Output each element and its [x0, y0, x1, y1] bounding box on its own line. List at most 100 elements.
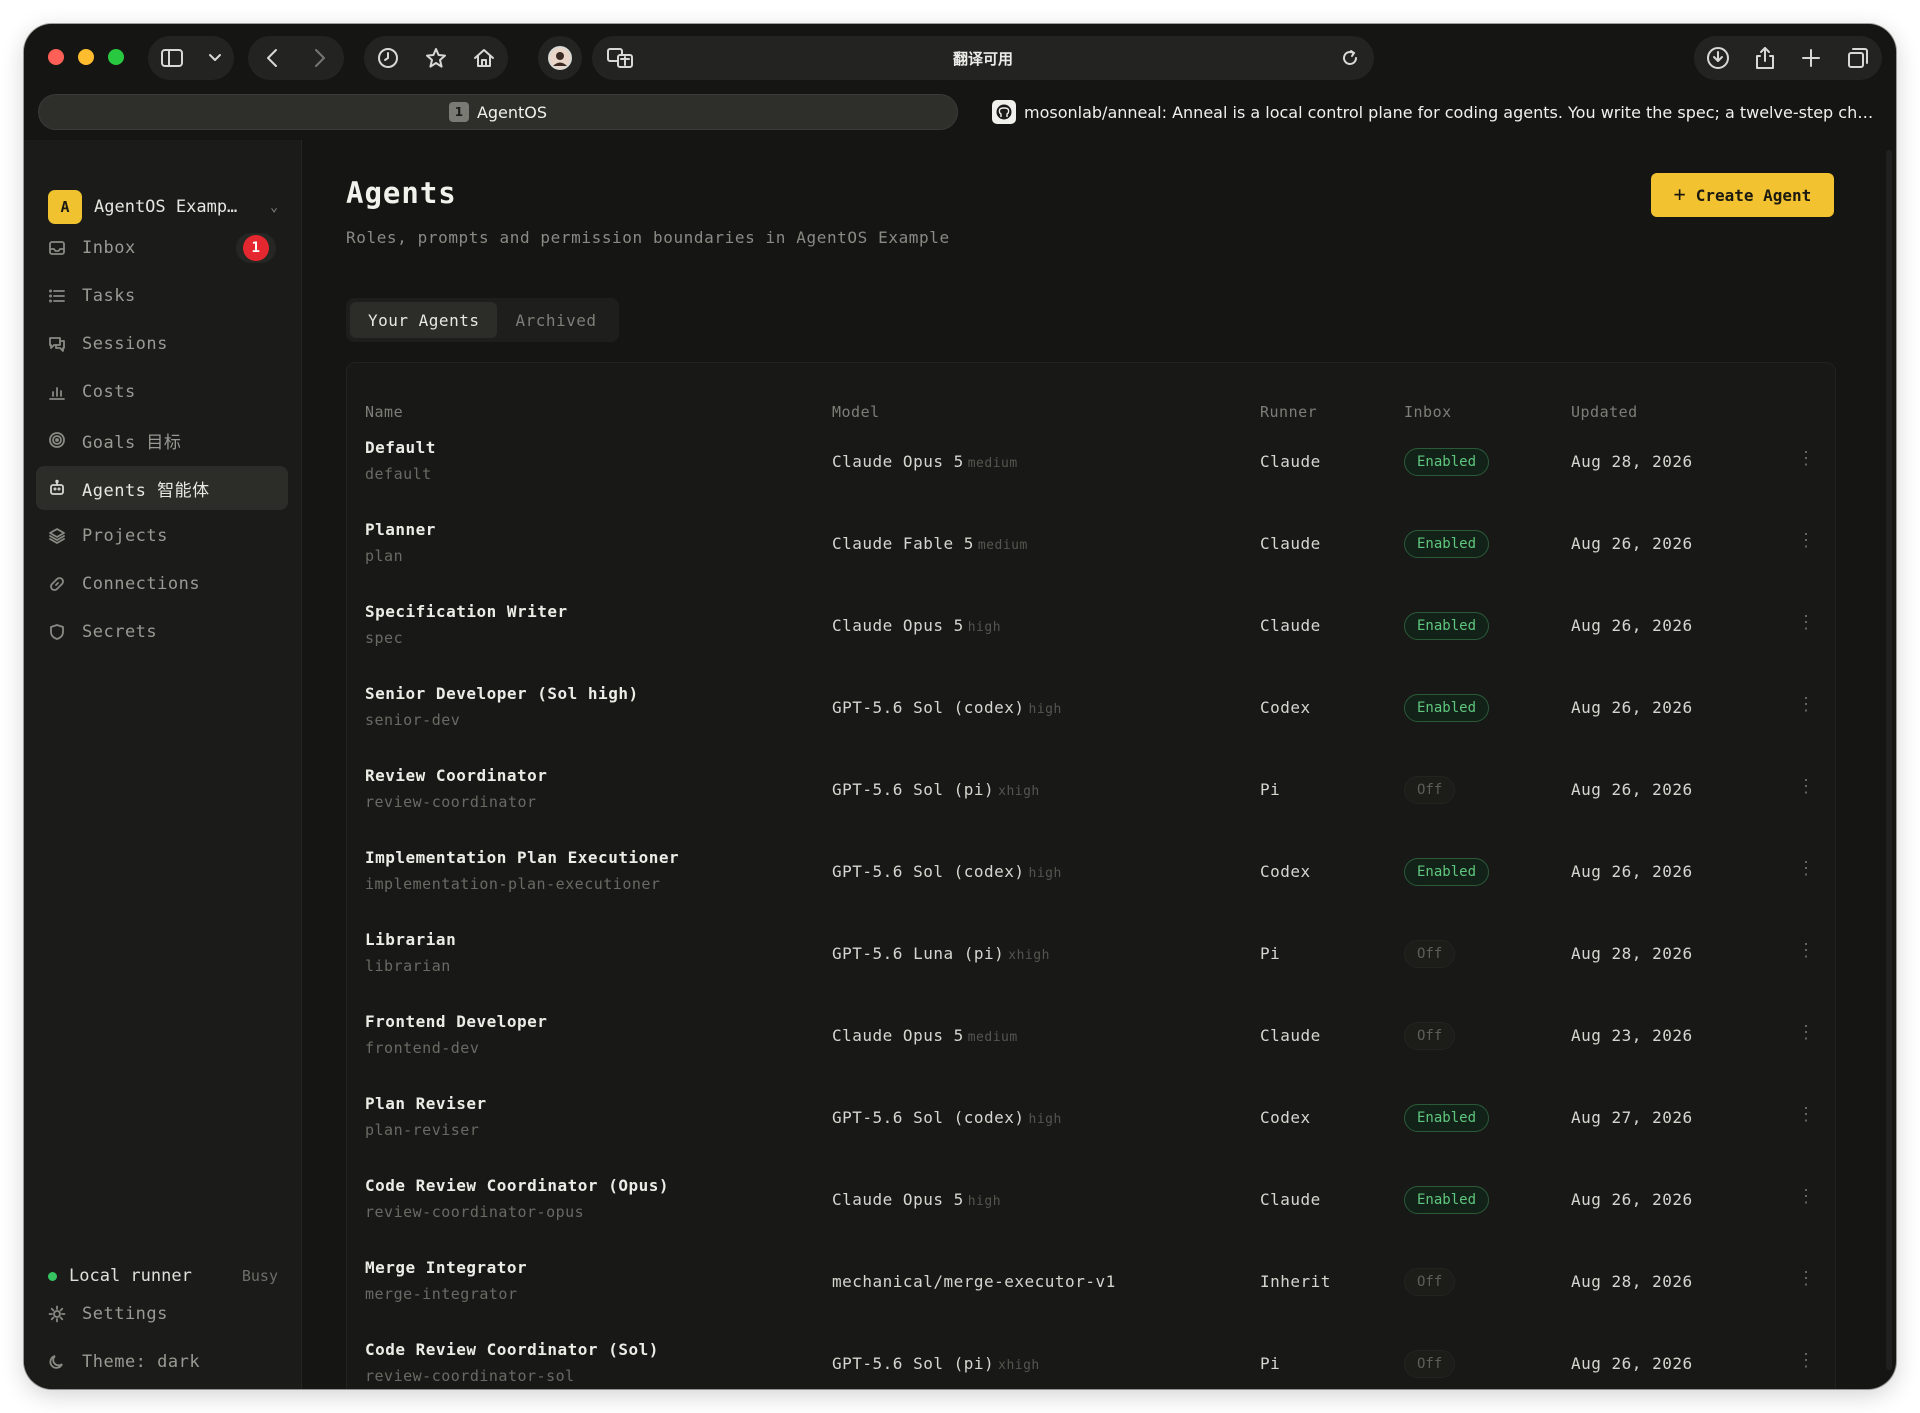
download-icon[interactable]: [1706, 46, 1730, 70]
theme-toggle[interactable]: Theme: dark: [48, 1352, 200, 1372]
column-header-name[interactable]: Name: [365, 403, 403, 421]
more-options-icon[interactable]: ⋮: [1797, 1186, 1815, 1207]
workspace-switcher[interactable]: A AgentOS Examp… ⌄: [48, 190, 278, 224]
table-row[interactable]: Planner plan Claude Fable 5 medium Claude…: [347, 505, 1835, 587]
more-options-icon[interactable]: ⋮: [1797, 1022, 1815, 1043]
more-options-icon[interactable]: ⋮: [1797, 530, 1815, 551]
tab-github[interactable]: mosonlab/anneal: Anneal is a local contr…: [992, 94, 1882, 130]
table-row[interactable]: Frontend Developer frontend-dev Claude O…: [347, 997, 1835, 1079]
tab-agentos[interactable]: 1 AgentOS: [38, 94, 958, 130]
sidebar-item-tasks[interactable]: Tasks: [36, 274, 288, 318]
agent-model-cell: GPT-5.6 Sol (pi) xhigh: [832, 780, 1040, 799]
table-row[interactable]: Merge Integrator merge-integrator mechan…: [347, 1243, 1835, 1325]
column-header-inbox[interactable]: Inbox: [1404, 403, 1452, 421]
sidebar-item-secrets[interactable]: Secrets: [36, 610, 288, 654]
column-header-model[interactable]: Model: [832, 403, 880, 421]
table-row[interactable]: Implementation Plan Executioner implemen…: [347, 833, 1835, 915]
agent-name[interactable]: Frontend Developer: [365, 1012, 547, 1031]
agent-name-cell: Default default: [365, 438, 436, 483]
agent-model: GPT-5.6 Sol (codex): [832, 698, 1025, 717]
table-row[interactable]: Senior Developer (Sol high) senior-dev G…: [347, 669, 1835, 751]
page-title: Agents: [346, 176, 457, 210]
tab-overview-icon[interactable]: [1846, 46, 1870, 70]
reload-icon[interactable]: [1340, 48, 1360, 68]
tab-archived[interactable]: Archived: [497, 302, 614, 338]
column-header-runner[interactable]: Runner: [1260, 403, 1317, 421]
more-options-icon[interactable]: ⋮: [1797, 940, 1815, 961]
agent-effort: medium: [977, 538, 1028, 553]
zoom-window-button[interactable]: [108, 49, 124, 65]
agent-name[interactable]: Planner: [365, 520, 436, 539]
back-icon[interactable]: [265, 47, 279, 69]
tab-your-agents[interactable]: Your Agents: [350, 302, 498, 338]
home-icon[interactable]: [473, 47, 495, 69]
sidebar-item-goals[interactable]: Goals 目标: [36, 418, 288, 462]
settings-button[interactable]: Settings: [48, 1304, 168, 1324]
agent-name-cell: Senior Developer (Sol high) senior-dev: [365, 684, 639, 729]
sidebar-item-label: Costs: [82, 382, 136, 402]
inbox-status-badge: Off: [1404, 1350, 1456, 1378]
chevron-down-icon[interactable]: [208, 53, 222, 63]
agent-model: GPT-5.6 Luna (pi): [832, 944, 1005, 963]
new-tab-icon[interactable]: [1800, 47, 1822, 69]
agent-name-cell: Frontend Developer frontend-dev: [365, 1012, 547, 1057]
more-options-icon[interactable]: ⋮: [1797, 776, 1815, 797]
table-row[interactable]: Review Coordinator review-coordinator GP…: [347, 751, 1835, 833]
agent-name[interactable]: Review Coordinator: [365, 766, 547, 785]
more-options-icon[interactable]: ⋮: [1797, 1350, 1815, 1371]
tab-title: AgentOS: [476, 102, 548, 122]
history-icon[interactable]: [377, 47, 399, 69]
history-nav-group: [248, 36, 344, 80]
agent-name[interactable]: Merge Integrator: [365, 1258, 527, 1277]
agent-name[interactable]: Code Review Coordinator (Sol): [365, 1340, 659, 1359]
column-header-updated[interactable]: Updated: [1571, 403, 1638, 421]
table-row[interactable]: Librarian librarian GPT-5.6 Luna (pi) xhi…: [347, 915, 1835, 997]
agent-name[interactable]: Specification Writer: [365, 602, 568, 621]
table-row[interactable]: Code Review Coordinator (Sol) review-coo…: [347, 1325, 1835, 1389]
sidebar-item-sessions[interactable]: Sessions: [36, 322, 288, 366]
sidebar-toggle-icon[interactable]: [160, 48, 184, 68]
inbox-status-badge: Enabled: [1404, 448, 1490, 476]
sidebar-item-costs[interactable]: Costs: [36, 370, 288, 414]
address-bar[interactable]: 翻译可用: [592, 36, 1374, 80]
chevron-down-icon: ⌄: [270, 199, 278, 215]
more-options-icon[interactable]: ⋮: [1797, 858, 1815, 879]
create-agent-button[interactable]: + Create Agent: [1651, 173, 1834, 217]
agent-name-cell: Review Coordinator review-coordinator: [365, 766, 547, 811]
more-options-icon[interactable]: ⋮: [1797, 612, 1815, 633]
agent-name[interactable]: Librarian: [365, 930, 456, 949]
table-row[interactable]: Specification Writer spec Claude Opus 5h…: [347, 587, 1835, 669]
more-options-icon[interactable]: ⋮: [1797, 1104, 1815, 1125]
settings-label: Settings: [82, 1304, 168, 1324]
agent-runner: Inherit: [1260, 1272, 1331, 1291]
sidebar-item-projects[interactable]: Projects: [36, 514, 288, 558]
agent-name[interactable]: Code Review Coordinator (Opus): [365, 1176, 669, 1195]
agent-model: Claude Opus 5: [832, 1190, 964, 1209]
table-row[interactable]: Plan Reviser plan-reviser GPT-5.6 Sol (c…: [347, 1079, 1835, 1161]
scrollbar[interactable]: [1886, 150, 1892, 1370]
agent-model: GPT-5.6 Sol (pi): [832, 1354, 995, 1373]
star-icon[interactable]: [425, 47, 447, 69]
share-icon[interactable]: [1754, 46, 1776, 70]
agent-name[interactable]: Senior Developer (Sol high): [365, 684, 639, 703]
table-row[interactable]: Default default Claude Opus 5 medium Clau…: [347, 423, 1835, 505]
sidebar-item-agents[interactable]: Agents 智能体: [36, 466, 288, 510]
more-options-icon[interactable]: ⋮: [1797, 694, 1815, 715]
forward-icon[interactable]: [313, 47, 327, 69]
minimize-window-button[interactable]: [78, 49, 94, 65]
local-runner-status[interactable]: Local runner Busy: [48, 1266, 278, 1286]
table-row[interactable]: Code Review Coordinator (Opus) review-co…: [347, 1161, 1835, 1243]
agent-runner: Codex: [1260, 698, 1311, 717]
agent-model-cell: Claude Opus 5 medium: [832, 1026, 1018, 1045]
profile-button[interactable]: [538, 36, 582, 80]
more-options-icon[interactable]: ⋮: [1797, 1268, 1815, 1289]
agent-name[interactable]: Implementation Plan Executioner: [365, 848, 679, 867]
agent-name-cell: Plan Reviser plan-reviser: [365, 1094, 487, 1139]
sidebar-item-connections[interactable]: Connections: [36, 562, 288, 606]
sidebar-item-inbox[interactable]: Inbox 1: [36, 226, 288, 270]
agent-slug: review-coordinator-sol: [365, 1367, 575, 1385]
agent-name[interactable]: Default: [365, 438, 436, 457]
more-options-icon[interactable]: ⋮: [1797, 448, 1815, 469]
agent-name[interactable]: Plan Reviser: [365, 1094, 487, 1113]
close-window-button[interactable]: [48, 49, 64, 65]
